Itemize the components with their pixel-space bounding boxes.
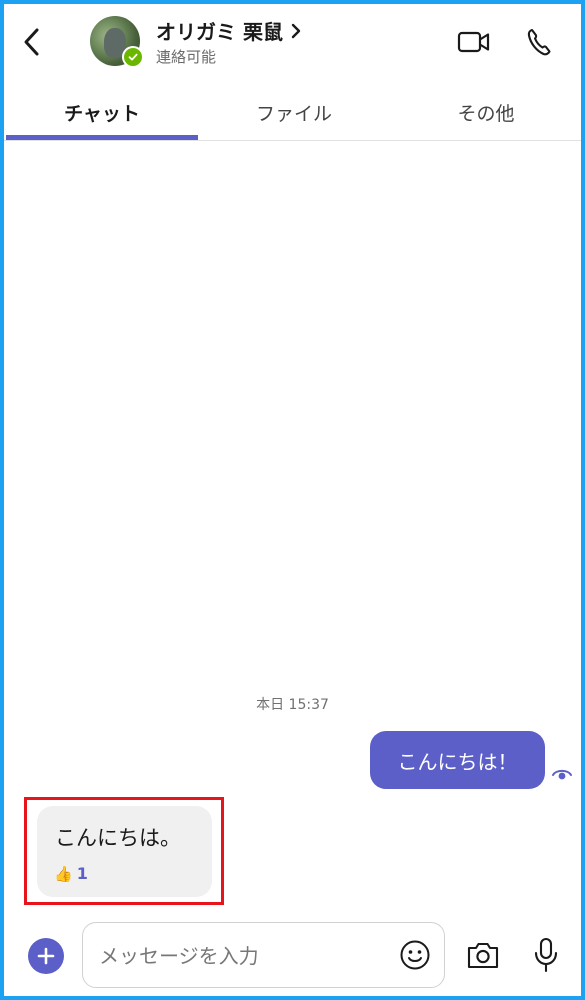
check-icon xyxy=(128,53,138,61)
presence-badge xyxy=(122,46,144,68)
message-composer xyxy=(82,922,445,989)
camera-icon xyxy=(467,942,499,969)
active-tab-indicator xyxy=(6,135,198,140)
outgoing-message-text: こんにちは！ xyxy=(397,749,518,774)
video-camera-icon xyxy=(457,31,490,53)
chat-header: オリガミ 栗鼠 連絡可能 xyxy=(4,4,581,84)
tab-files-label: ファイル xyxy=(255,102,332,125)
tab-bar: チャット ファイル その他 xyxy=(4,84,581,141)
contact-status: 連絡可能 xyxy=(156,48,217,66)
chevron-left-icon xyxy=(24,28,39,56)
avatar[interactable] xyxy=(90,16,144,68)
tab-more-label: その他 xyxy=(457,102,515,125)
tab-chat-label: チャット xyxy=(64,102,140,125)
emoji-button[interactable] xyxy=(399,939,431,971)
seen-eye-icon xyxy=(552,769,572,780)
phone-icon xyxy=(527,28,551,56)
tab-chat[interactable]: チャット xyxy=(6,84,198,140)
video-call-button[interactable] xyxy=(454,24,494,60)
microphone-icon xyxy=(534,937,558,973)
camera-button[interactable] xyxy=(466,940,500,970)
contact-name-link[interactable]: オリガミ 栗鼠 xyxy=(156,16,301,45)
incoming-message[interactable]: こんにちは。 👍 1 xyxy=(37,806,212,897)
incoming-message-text: こんにちは。 xyxy=(55,826,181,850)
contact-name: オリガミ 栗鼠 xyxy=(156,20,283,44)
add-attachment-button[interactable] xyxy=(28,938,64,974)
thumbs-up-icon: 👍 xyxy=(54,864,73,883)
chevron-right-icon xyxy=(291,23,301,38)
plus-icon xyxy=(37,947,55,965)
emoji-icon xyxy=(400,940,430,970)
tab-files[interactable]: ファイル xyxy=(198,84,390,140)
tab-more[interactable]: その他 xyxy=(390,84,581,140)
outgoing-message[interactable]: こんにちは！ xyxy=(370,731,545,789)
message-timestamp: 本日 15:37 xyxy=(256,697,329,713)
audio-call-button[interactable] xyxy=(519,24,559,60)
app-frame: オリガミ 栗鼠 連絡可能 チャット ファイル その他 本日 15:37 こんにち… xyxy=(0,0,585,1000)
reaction-count: 1 xyxy=(76,864,88,883)
reaction-chip[interactable]: 👍 1 xyxy=(54,864,88,883)
message-input[interactable] xyxy=(97,923,391,989)
back-button[interactable] xyxy=(16,22,48,62)
voice-message-button[interactable] xyxy=(532,936,560,974)
